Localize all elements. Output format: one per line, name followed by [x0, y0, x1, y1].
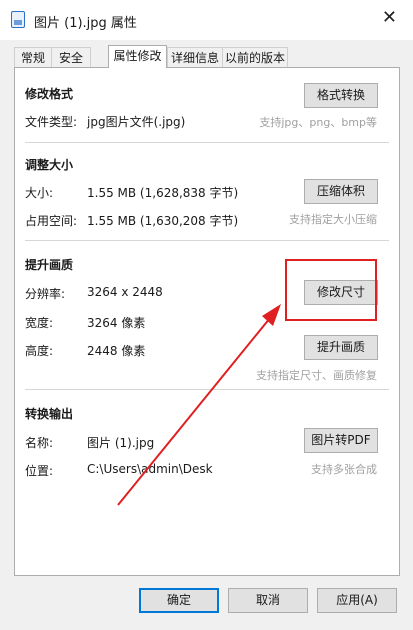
tab-general[interactable]: 常规 — [14, 47, 52, 67]
ok-button[interactable]: 确定 — [139, 588, 219, 613]
cancel-button[interactable]: 取消 — [228, 588, 308, 613]
size-value: 1.55 MB (1,628,838 字节) — [87, 186, 239, 200]
image-file-icon — [11, 11, 25, 28]
section-title-format: 修改格式 — [25, 87, 74, 101]
width-value: 3264 像素 — [87, 316, 146, 330]
tab-details[interactable]: 详细信息 — [167, 47, 223, 67]
disk-size-label: 占用空间: — [25, 214, 78, 228]
tab-security[interactable]: 安全 — [51, 47, 91, 67]
resolution-value: 3264 x 2448 — [87, 285, 163, 299]
to-pdf-button[interactable]: 图片转PDF — [304, 428, 378, 453]
enhance-quality-button[interactable]: 提升画质 — [304, 335, 378, 360]
convert-hint: 支持多张合成 — [311, 463, 377, 476]
highlight-box — [285, 259, 377, 321]
height-label: 高度: — [25, 344, 54, 358]
compress-button[interactable]: 压缩体积 — [304, 179, 378, 204]
property-panel: 修改格式 格式转换 文件类型: jpg图片文件(.jpg) 支持jpg、png、… — [14, 67, 400, 576]
section-title-size: 调整大小 — [25, 158, 74, 172]
name-value: 图片 (1).jpg — [87, 436, 155, 450]
width-label: 宽度: — [25, 316, 54, 330]
apply-button[interactable]: 应用(A) — [317, 588, 397, 613]
location-label: 位置: — [25, 464, 54, 478]
format-hint: 支持jpg、png、bmp等 — [259, 116, 377, 129]
section-title-quality: 提升画质 — [25, 258, 74, 272]
location-value: C:\Users\admin\Desk — [87, 462, 213, 476]
name-label: 名称: — [25, 436, 54, 450]
quality-hint: 支持指定尺寸、画质修复 — [256, 369, 377, 382]
resolution-label: 分辨率: — [25, 287, 66, 301]
section-title-convert: 转换输出 — [25, 407, 74, 421]
file-type-value: jpg图片文件(.jpg) — [87, 115, 186, 129]
divider — [25, 240, 389, 241]
tab-previous-versions[interactable]: 以前的版本 — [222, 47, 288, 67]
title-bar: 图片 (1).jpg 属性 ✕ — [0, 0, 413, 40]
divider — [25, 389, 389, 390]
height-value: 2448 像素 — [87, 344, 146, 358]
file-type-label: 文件类型: — [25, 115, 78, 129]
divider — [25, 142, 389, 143]
disk-size-value: 1.55 MB (1,630,208 字节) — [87, 214, 239, 228]
size-label: 大小: — [25, 186, 54, 200]
close-icon[interactable]: ✕ — [382, 8, 397, 28]
tab-property-edit[interactable]: 属性修改 — [108, 45, 167, 68]
format-convert-button[interactable]: 格式转换 — [304, 83, 378, 108]
size-hint: 支持指定大小压缩 — [289, 213, 377, 226]
window-title: 图片 (1).jpg 属性 — [34, 16, 137, 31]
